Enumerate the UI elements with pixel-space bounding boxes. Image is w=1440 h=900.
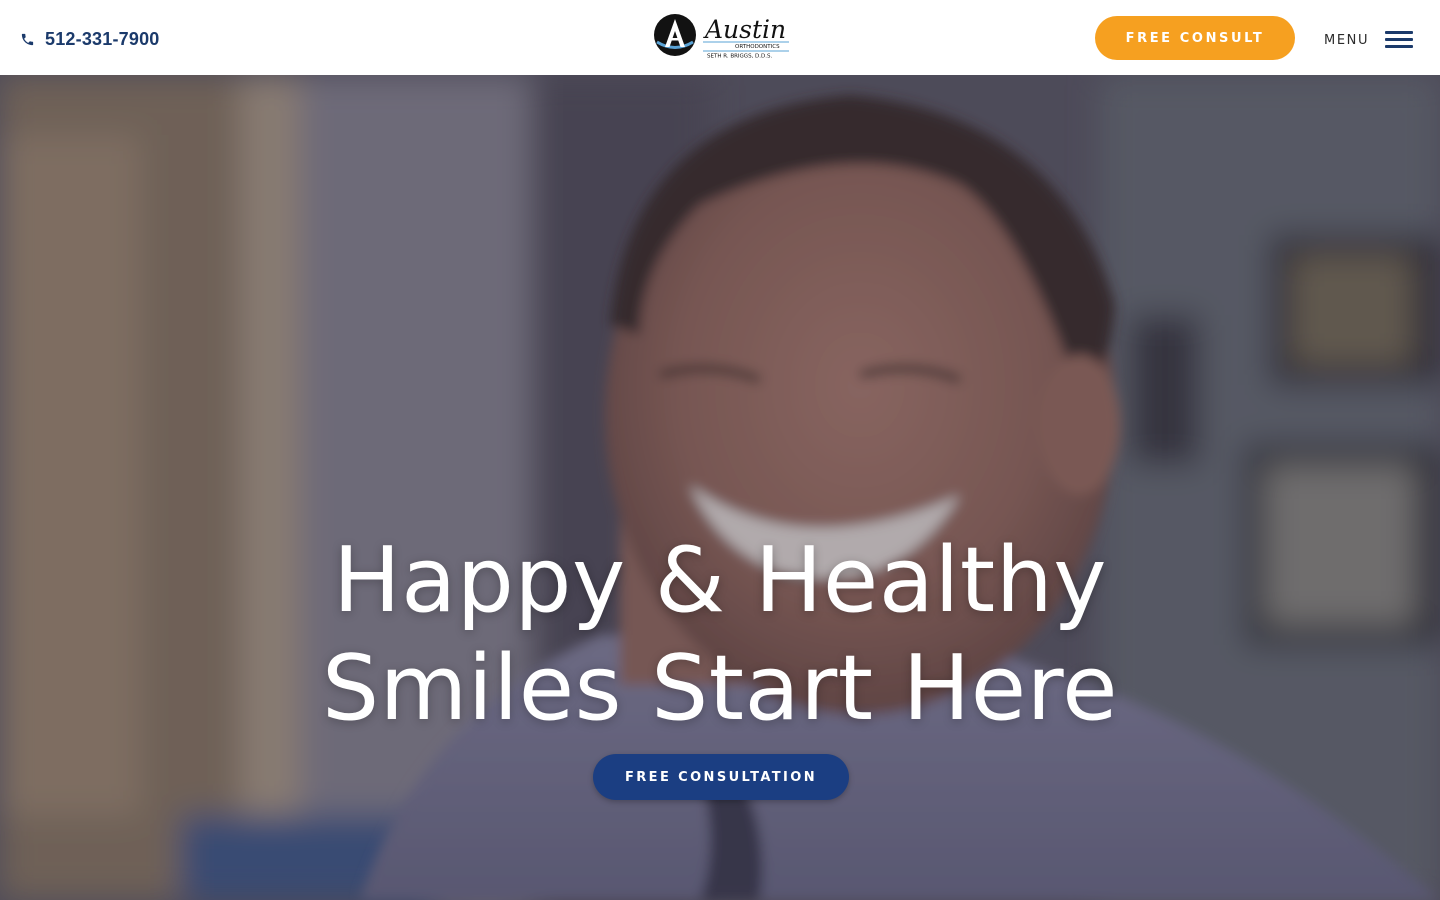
logo-subtitle: ORTHODONTICS: [735, 44, 780, 50]
site-header: 512-331-7900 Austin ORTHODONTICS SETH R.…: [0, 0, 1440, 75]
phone-link[interactable]: 512-331-7900: [20, 26, 160, 52]
hero-headline-line-1: Happy & Healthy: [332, 528, 1108, 633]
hero-headline-line-2: Smiles Start Here: [321, 636, 1119, 741]
hero-section: Happy & Healthy Smiles Start Here FREE C…: [0, 75, 1440, 900]
hamburger-menu-icon: [1385, 31, 1414, 49]
menu-toggle[interactable]: MENU: [1324, 27, 1414, 53]
menu-label: MENU: [1324, 32, 1370, 48]
free-consultation-button[interactable]: FREE CONSULTATION: [593, 754, 849, 800]
logo-wordmark: Austin: [703, 15, 786, 44]
phone-icon: [20, 32, 35, 47]
hero-headline: Happy & Healthy Smiles Start Here: [0, 527, 1440, 743]
site-logo[interactable]: Austin ORTHODONTICS SETH R. BRIGGS, D.D.…: [651, 9, 793, 61]
phone-number: 512-331-7900: [45, 28, 160, 49]
free-consult-button[interactable]: FREE CONSULT: [1095, 16, 1295, 60]
logo-doctor-name: SETH R. BRIGGS, D.D.S.: [707, 54, 773, 60]
